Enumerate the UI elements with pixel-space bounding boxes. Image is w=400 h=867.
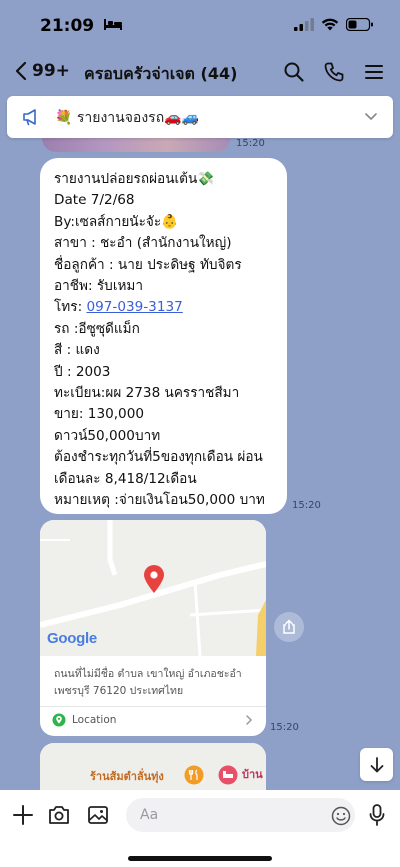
image-icon [88, 806, 108, 824]
message-line: รายงานปล่อยรถผ่อนเต้น💸 [54, 171, 215, 187]
location-label: Location [72, 714, 117, 726]
google-logo: Google [47, 630, 97, 647]
restaurant-icon [184, 765, 204, 785]
map-preview[interactable]: Google [40, 520, 266, 657]
call-button[interactable] [322, 60, 346, 84]
search-icon [284, 62, 304, 82]
add-button[interactable] [10, 802, 36, 828]
share-button[interactable] [274, 612, 304, 642]
message-line: Date 7/2/68 [54, 192, 135, 209]
emoji-button[interactable] [328, 803, 354, 829]
message-input[interactable] [126, 798, 355, 832]
location-footer: Location [52, 713, 116, 727]
chevron-down-icon[interactable] [363, 108, 379, 128]
status-time: 21:09 [40, 16, 123, 36]
phone-icon [324, 62, 344, 82]
phone-link[interactable]: 097-039-3137 [86, 299, 182, 315]
status-bar: 21:09 [0, 0, 400, 52]
cellular-signal-icon [294, 18, 314, 31]
message-line-phone: โทร: 097-039-3137 [54, 297, 286, 318]
location-address: ถนนที่ไม่มีชื่อ ตำบล เขาใหญ่ อำเภอชะอำ เ… [54, 668, 242, 697]
clock: 21:09 [40, 16, 95, 36]
chevron-left-icon [15, 61, 27, 81]
text-message-bubble[interactable]: รายงานปล่อยรถผ่อนเต้น💸 Date 7/2/68 By:เซ… [40, 158, 287, 514]
megaphone-icon [21, 107, 41, 131]
wifi-icon [321, 18, 339, 31]
header-actions [282, 60, 386, 84]
map-place-label: ร้านส้มตำลั่นทุ่ง [90, 770, 164, 783]
message-line: ต้องชำระทุกวันที่5ของทุกเดือน ผ่อน [54, 449, 263, 466]
plus-icon [13, 805, 33, 825]
message-line: รถ :อีซูซุดีแม็ก [54, 320, 140, 337]
share-icon [283, 619, 295, 634]
back-button[interactable]: 99+ [14, 60, 70, 82]
message-line: สาขา : ชะอำ (สำนักงานใหญ่) [54, 235, 232, 252]
message-line: ปี : 2003 [54, 363, 111, 380]
divider [40, 706, 266, 707]
message-line: By:เซลส์กายนัะจัะ👶 [54, 213, 179, 230]
map-place-label: บ้าน [242, 768, 263, 781]
menu-button[interactable] [362, 60, 386, 84]
message-line: อาชีพ: รับเหมา [54, 278, 144, 295]
location-card[interactable]: Google ถนนที่ไม่มีชื่อ ตำบล เขาใหญ่ อำเภ… [40, 520, 266, 736]
message-body: รายงานปล่อยรถผ่อนเต้น💸 Date 7/2/68 By:เซ… [54, 169, 286, 512]
battery-icon [346, 18, 373, 31]
message-line: หมายเหตุ :จ่ายเงินโอน50,000 บาท [54, 492, 265, 509]
timestamp: 15:20 [236, 138, 265, 149]
map-pin-icon [144, 565, 164, 593]
location-pin-icon [52, 713, 66, 727]
gallery-button[interactable] [85, 802, 111, 828]
status-icons [294, 18, 374, 31]
microphone-icon [369, 804, 385, 826]
message-line: สี : แดง [54, 342, 100, 359]
unread-count: 99+ [32, 61, 70, 81]
camera-icon [49, 806, 69, 824]
message-line: ทะเบียน:ผผ 2738 นครราชสีมา [54, 385, 240, 402]
timestamp: 15:20 [270, 722, 299, 733]
emoji-icon [331, 806, 351, 826]
pinned-text: 💐 รายงานจองรถ🚗🚙 [55, 110, 200, 126]
pinned-announcement[interactable]: 💐 รายงานจองรถ🚗🚙 [7, 96, 393, 138]
bed-icon [103, 16, 123, 36]
chevron-right-icon [246, 715, 253, 725]
message-line: เดือนละ 8,418/12เดือน [54, 470, 197, 487]
chat-header: 99+ ครอบครัวจ่าเจต (44) [0, 52, 400, 92]
camera-button[interactable] [46, 802, 72, 828]
location-card-partial[interactable]: ร้านส้มตำลั่นทุ่ง บ้าน [40, 743, 266, 791]
hotel-icon [218, 765, 238, 785]
message-line: ชื่อลูกค้า : นาย ประดิษฐ ทับจิตร [54, 256, 242, 273]
timestamp: 15:20 [292, 500, 321, 511]
chat-title: ครอบครัวจ่าเจต (44) [84, 64, 238, 83]
message-line: ดาวน์50,000บาท [54, 427, 161, 444]
hamburger-menu-icon [365, 65, 383, 79]
map-preview: ร้านส้มตำลั่นทุ่ง บ้าน [40, 743, 266, 791]
voice-button[interactable] [364, 802, 390, 828]
message-line: ขาย: 130,000 [54, 406, 145, 423]
phone-label: โทร: [54, 299, 87, 316]
search-button[interactable] [282, 60, 306, 84]
scroll-to-bottom-button[interactable] [360, 748, 393, 781]
home-indicator [128, 856, 272, 861]
photo-message-partial[interactable] [42, 138, 230, 152]
arrow-down-icon [370, 756, 383, 772]
